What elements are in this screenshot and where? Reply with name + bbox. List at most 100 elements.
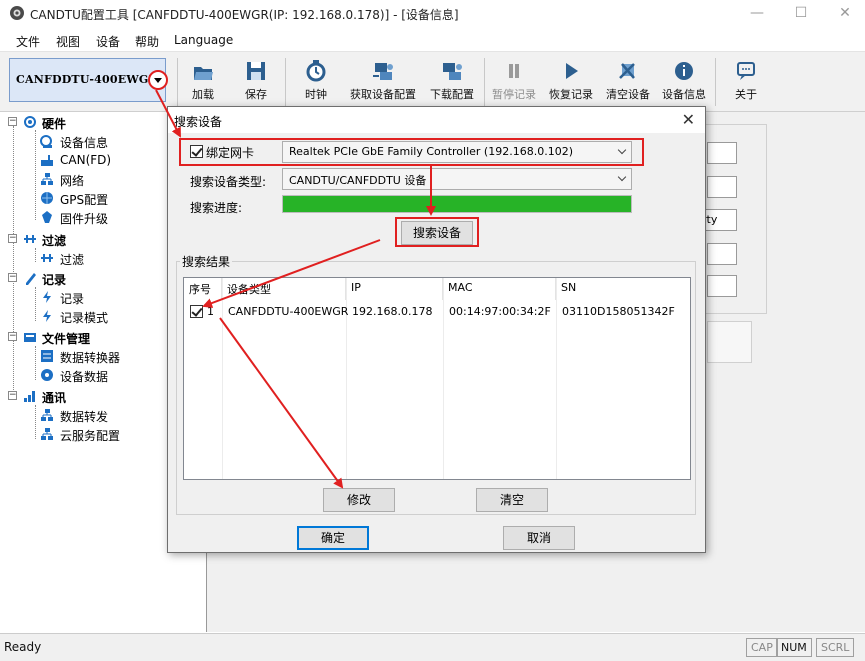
title-bar: CANDTU配置工具 [CANFDDTU-400EWGR(IP: 192.168…: [0, 0, 865, 28]
col-ip[interactable]: IP: [346, 278, 443, 300]
device-info-icon: [40, 135, 52, 148]
firmware-icon: [42, 211, 52, 223]
tree-group-file-mgmt[interactable]: − 文件管理: [8, 329, 158, 347]
save-icon: [247, 62, 265, 80]
maximize-button[interactable]: ☐: [786, 4, 816, 22]
clock-icon: [306, 60, 326, 82]
status-scrl: SCRL: [816, 638, 855, 657]
device-data-icon: [41, 369, 53, 381]
tree-item-device-info[interactable]: 设备信息: [40, 133, 160, 151]
record-icon: [26, 273, 36, 285]
menu-bar: 文件 视图 设备 帮助 Language: [0, 28, 865, 52]
progress-label: 搜索进度:: [190, 201, 243, 215]
toolbar-separator: [715, 58, 716, 106]
row-checkbox[interactable]: [190, 305, 203, 318]
menu-language[interactable]: Language: [174, 33, 233, 47]
col-sn[interactable]: SN: [556, 278, 690, 300]
tree-group-comm[interactable]: − 通讯: [8, 388, 158, 406]
menu-view[interactable]: 视图: [56, 33, 80, 50]
close-icon[interactable]: ✕: [682, 110, 695, 129]
about-button[interactable]: 关于: [718, 60, 774, 106]
chevron-down-icon[interactable]: [148, 70, 168, 90]
load-icon: [194, 67, 213, 80]
detail-field[interactable]: [707, 243, 737, 265]
network-icon: [41, 173, 53, 185]
tree-group-record[interactable]: − 记录: [8, 270, 158, 288]
resume-record-button[interactable]: 恢复记录: [543, 60, 599, 106]
device-type-label: 搜索设备类型:: [190, 175, 267, 189]
menu-help[interactable]: 帮助: [135, 33, 159, 50]
record-icon: [43, 291, 51, 303]
search-device-dialog: 搜索设备 ✕ 绑定网卡 Realtek PCIe GbE Family Cont…: [167, 106, 706, 553]
col-device-type[interactable]: 设备类型: [222, 278, 346, 300]
converter-icon: [41, 350, 53, 362]
status-cap: CAP: [746, 638, 778, 657]
results-list[interactable]: 序号 设备类型 IP MAC SN 1 CANFDDTU-400EWGR 192…: [183, 277, 691, 480]
close-window-button[interactable]: ✕: [830, 4, 860, 22]
bind-nic-checkbox[interactable]: [190, 145, 203, 158]
tree-item-record[interactable]: 记录: [40, 289, 160, 307]
record-mode-icon: [43, 310, 51, 322]
clear-button[interactable]: 清空: [476, 488, 548, 512]
pause-record-button[interactable]: 暂停记录: [486, 60, 542, 106]
play-icon: [566, 63, 578, 79]
load-button[interactable]: 加载: [175, 60, 231, 106]
app-icon: [10, 6, 24, 20]
tree-item-firmware[interactable]: 固件升级: [40, 209, 160, 227]
get-config-icon: [373, 63, 393, 80]
tree-item-device-data[interactable]: 设备数据: [40, 367, 160, 385]
clock-button[interactable]: 时钟: [288, 60, 344, 106]
filter-icon: [24, 235, 36, 243]
results-header: 序号 设备类型 IP MAC SN: [184, 278, 690, 300]
menu-file[interactable]: 文件: [16, 33, 40, 50]
forward-icon: [41, 409, 53, 421]
device-type-select[interactable]: CANDTU/CANFDDTU 设备: [282, 168, 632, 190]
tree-item-record-mode[interactable]: 记录模式: [40, 308, 160, 326]
tree-item-cloud[interactable]: 云服务配置: [40, 426, 160, 444]
collapse-icon[interactable]: −: [8, 117, 17, 126]
tree-item-network[interactable]: 网络: [40, 171, 160, 189]
gps-icon: [41, 192, 53, 204]
device-info-button[interactable]: 设备信息: [656, 60, 712, 106]
bind-nic-label: 绑定网卡: [206, 146, 255, 160]
collapse-icon[interactable]: −: [8, 234, 17, 243]
save-button[interactable]: 保存: [228, 60, 284, 106]
pause-icon: [509, 64, 519, 78]
chevron-down-icon: [617, 172, 627, 182]
tree-item-filter[interactable]: 过滤: [40, 250, 160, 268]
cancel-button[interactable]: 取消: [503, 526, 575, 550]
download-config-icon: [443, 63, 462, 80]
tree-item-forward[interactable]: 数据转发: [40, 407, 160, 425]
search-progress-bar: [282, 195, 632, 213]
modify-button[interactable]: 修改: [323, 488, 395, 512]
clear-device-button[interactable]: 清空设备: [600, 60, 656, 106]
col-mac[interactable]: MAC: [443, 278, 556, 300]
detail-field[interactable]: [707, 275, 737, 297]
toolbar-separator: [484, 58, 485, 106]
nic-select[interactable]: Realtek PCIe GbE Family Controller (192.…: [282, 141, 632, 163]
can-icon: [41, 155, 53, 166]
collapse-icon[interactable]: −: [8, 332, 17, 341]
status-bar: Ready CAP NUM SCRL: [0, 633, 865, 661]
tree-group-filter[interactable]: − 过滤: [8, 231, 158, 249]
collapse-icon[interactable]: −: [8, 273, 17, 282]
get-config-button[interactable]: 获取设备配置: [343, 60, 423, 106]
search-progress-fill: [283, 196, 631, 212]
collapse-icon[interactable]: −: [8, 391, 17, 400]
tree-item-can[interactable]: CAN(FD): [40, 152, 160, 170]
tree-item-gps[interactable]: GPS配置: [40, 190, 160, 208]
col-index[interactable]: 序号: [184, 278, 222, 300]
tree-item-converter[interactable]: 数据转换器: [40, 348, 160, 366]
minimize-button[interactable]: —: [742, 4, 772, 22]
ok-button[interactable]: 确定: [297, 526, 369, 550]
device-combo[interactable]: CANFDDTU-400EWGR: [9, 58, 168, 102]
detail-field[interactable]: [707, 142, 737, 164]
info-icon: [675, 62, 693, 80]
config-tree: − 硬件 设备信息 CAN(FD) 网络 GPS配置 固件升级 − 过滤 过滤 …: [0, 112, 168, 632]
search-device-button[interactable]: 搜索设备: [401, 221, 473, 245]
detail-field[interactable]: [707, 176, 737, 198]
download-config-button[interactable]: 下载配置: [424, 60, 480, 106]
window-title: CANDTU配置工具 [CANFDDTU-400EWGR(IP: 192.168…: [30, 8, 459, 22]
menu-device[interactable]: 设备: [96, 33, 120, 50]
tree-group-hardware[interactable]: − 硬件: [8, 114, 158, 132]
